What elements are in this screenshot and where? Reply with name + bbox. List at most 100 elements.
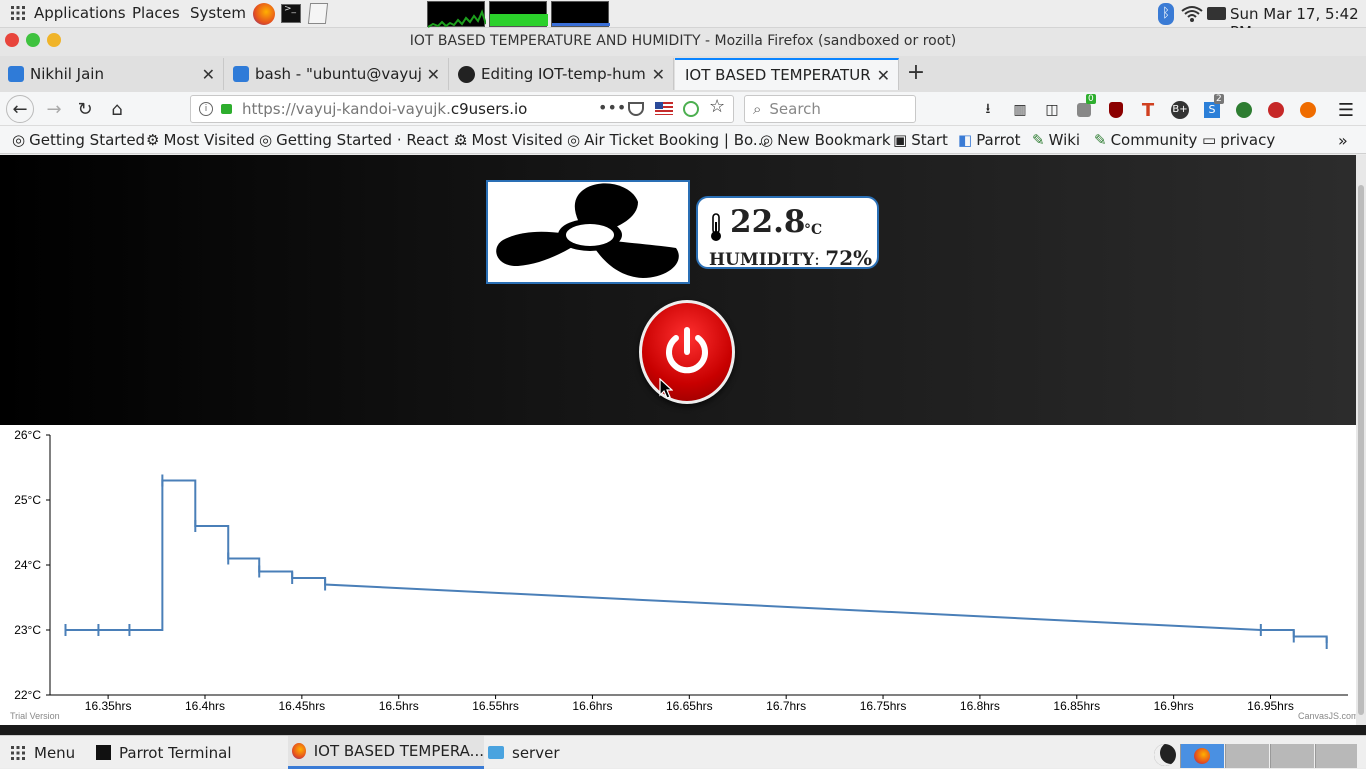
close-tab-icon[interactable]: ✕ bbox=[202, 65, 215, 84]
canvasjs-watermark[interactable]: CanvasJS.com bbox=[1298, 711, 1356, 721]
bluetooth-icon[interactable]: ᛒ bbox=[1158, 3, 1174, 25]
workspace-3[interactable] bbox=[1270, 744, 1314, 768]
bookmark-new[interactable]: ◎ New Bookmark bbox=[760, 131, 891, 149]
bookmark-label: New Bookmark bbox=[777, 131, 891, 149]
page-actions-icon[interactable]: ••• bbox=[598, 98, 626, 117]
cloud9-icon bbox=[233, 66, 249, 82]
x-tick-label: 16.45hrs bbox=[278, 699, 325, 713]
y-tick-label: 22°C bbox=[14, 688, 41, 702]
url-bar[interactable]: i https://vayuj-kandoi-vayujk. c9users.io… bbox=[190, 95, 734, 123]
tab-iot-active[interactable]: IOT BASED TEMPERATURE ✕ bbox=[675, 58, 899, 90]
night-mode-icon[interactable] bbox=[1154, 744, 1176, 766]
apps-grid-icon bbox=[11, 745, 25, 760]
maximize-window-button[interactable] bbox=[26, 33, 40, 47]
system-monitor-icon[interactable] bbox=[1207, 7, 1226, 20]
bookmarks-overflow-icon[interactable]: » bbox=[1338, 131, 1348, 150]
info-icon[interactable]: i bbox=[199, 102, 213, 116]
applications-menu[interactable]: Applications bbox=[10, 4, 126, 22]
s-extension-icon[interactable]: S 2 bbox=[1202, 94, 1224, 120]
firefox-icon bbox=[292, 743, 306, 759]
firefox-launcher-icon[interactable] bbox=[253, 3, 275, 25]
search-placeholder: Search bbox=[769, 100, 821, 118]
url-domain: c9users.io bbox=[450, 100, 528, 118]
pocket-icon[interactable] bbox=[628, 102, 644, 116]
x-tick-label: 16.4hrs bbox=[185, 699, 225, 713]
wifi-icon[interactable] bbox=[1181, 5, 1203, 23]
bookmark-most-visited-2[interactable]: ⚙ Most Visited bbox=[454, 131, 563, 149]
workspace-2[interactable] bbox=[1225, 744, 1269, 768]
tab-editing-github[interactable]: Editing IOT-temp-humdi ✕ bbox=[450, 58, 674, 90]
sidebar-icon[interactable]: ◫ bbox=[1042, 100, 1062, 120]
x-tick-label: 16.95hrs bbox=[1247, 699, 1294, 713]
places-menu[interactable]: Places bbox=[132, 4, 180, 22]
forward-button[interactable]: → bbox=[40, 96, 68, 122]
bookmark-parrot[interactable]: ◧ Parrot bbox=[958, 131, 1021, 149]
tab-label: Nikhil Jain bbox=[30, 65, 104, 83]
minimize-window-button[interactable] bbox=[47, 33, 61, 47]
menu-label: Menu bbox=[34, 743, 76, 762]
bookmark-label: Air Ticket Booking | Bo... bbox=[584, 131, 768, 149]
extension-icon[interactable] bbox=[683, 101, 699, 117]
taskbar-item-terminal[interactable]: Parrot Terminal bbox=[96, 736, 232, 769]
applications-label: Applications bbox=[34, 4, 126, 22]
workspace-1[interactable] bbox=[1180, 744, 1224, 768]
reload-button[interactable]: ↻ bbox=[71, 96, 99, 122]
orange-extension-icon[interactable] bbox=[1298, 100, 1318, 120]
back-button[interactable]: ← bbox=[6, 95, 34, 123]
apps-grid-icon bbox=[11, 6, 25, 20]
home-button[interactable]: ⌂ bbox=[103, 96, 131, 122]
close-window-button[interactable] bbox=[5, 33, 19, 47]
bookmark-air-ticket[interactable]: ◎ Air Ticket Booking | Bo... bbox=[567, 131, 767, 149]
notes-launcher-icon[interactable] bbox=[307, 3, 329, 24]
close-tab-icon[interactable]: ✕ bbox=[877, 66, 890, 85]
thermometer-icon bbox=[711, 213, 721, 241]
bookmark-wiki[interactable]: ✎ Wiki bbox=[1032, 131, 1080, 149]
bookmark-most-visited[interactable]: ⚙ Most Visited bbox=[146, 131, 255, 149]
green-extension-icon[interactable] bbox=[1234, 100, 1254, 120]
lock-icon[interactable] bbox=[221, 104, 232, 114]
temperature-value: 22.8 bbox=[730, 204, 806, 240]
library-icon[interactable]: ▥ bbox=[1010, 100, 1030, 120]
power-button[interactable] bbox=[639, 300, 735, 404]
bookmark-label: Start bbox=[911, 131, 948, 149]
wiki-icon: ✎ bbox=[1032, 131, 1045, 149]
bookmark-getting-started[interactable]: ◎ Getting Started bbox=[12, 131, 145, 149]
page-scrollbar[interactable] bbox=[1356, 155, 1366, 725]
red-extension-icon[interactable] bbox=[1266, 100, 1286, 120]
hamburger-menu-icon[interactable]: ☰ bbox=[1336, 100, 1356, 121]
extension-badge-icon[interactable]: 0 bbox=[1074, 94, 1096, 120]
translate-icon[interactable]: T bbox=[1138, 100, 1158, 121]
taskbar-item-server[interactable]: server bbox=[488, 736, 559, 769]
x-tick-label: 16.55hrs bbox=[472, 699, 519, 713]
temperature-series-line bbox=[65, 479, 1328, 643]
workspace-4[interactable] bbox=[1315, 744, 1357, 768]
close-tab-icon[interactable]: ✕ bbox=[427, 65, 440, 84]
control-panel: 22.8 °C HUMIDITY: 72% bbox=[0, 155, 1356, 425]
community-icon: ✎ bbox=[1094, 131, 1107, 149]
new-tab-button[interactable]: + bbox=[904, 60, 928, 88]
system-menu[interactable]: System bbox=[190, 4, 246, 22]
bookmark-start[interactable]: ▣ Start bbox=[893, 131, 948, 149]
close-tab-icon[interactable]: ✕ bbox=[652, 65, 665, 84]
window-title: IOT BASED TEMPERATURE AND HUMIDITY - Moz… bbox=[409, 33, 957, 49]
taskbar-item-firefox[interactable]: IOT BASED TEMPERA... bbox=[288, 736, 484, 769]
downloads-icon[interactable]: ⭳ bbox=[978, 100, 998, 120]
search-bar[interactable]: ⌕ Search bbox=[744, 95, 916, 123]
bookmark-label: Most Visited bbox=[163, 131, 255, 149]
bookmark-community[interactable]: ✎ Community bbox=[1094, 131, 1197, 149]
bookmark-star-icon[interactable]: ☆ bbox=[709, 96, 725, 117]
tab-bash[interactable]: bash - "ubuntu@vayujk-v ✕ bbox=[225, 58, 449, 90]
start-menu-button[interactable]: Menu bbox=[10, 736, 75, 769]
ublock-icon[interactable] bbox=[1106, 100, 1126, 120]
bookmark-privacy[interactable]: ▭ privacy bbox=[1202, 131, 1275, 149]
x-tick-label: 16.85hrs bbox=[1053, 699, 1100, 713]
github-icon bbox=[458, 65, 475, 83]
us-flag-icon[interactable] bbox=[655, 102, 673, 115]
bplus-icon[interactable]: B+ bbox=[1170, 100, 1190, 120]
folder-icon: ▭ bbox=[1202, 131, 1217, 149]
terminal-launcher-icon[interactable]: >_ bbox=[281, 4, 301, 23]
tab-nikhil-jain[interactable]: Nikhil Jain ✕ bbox=[0, 58, 224, 90]
scrollbar-thumb[interactable] bbox=[1358, 185, 1364, 715]
bookmark-react[interactable]: ◎ Getting Started · React ... bbox=[259, 131, 468, 149]
humidity-value: 72% bbox=[825, 246, 873, 270]
